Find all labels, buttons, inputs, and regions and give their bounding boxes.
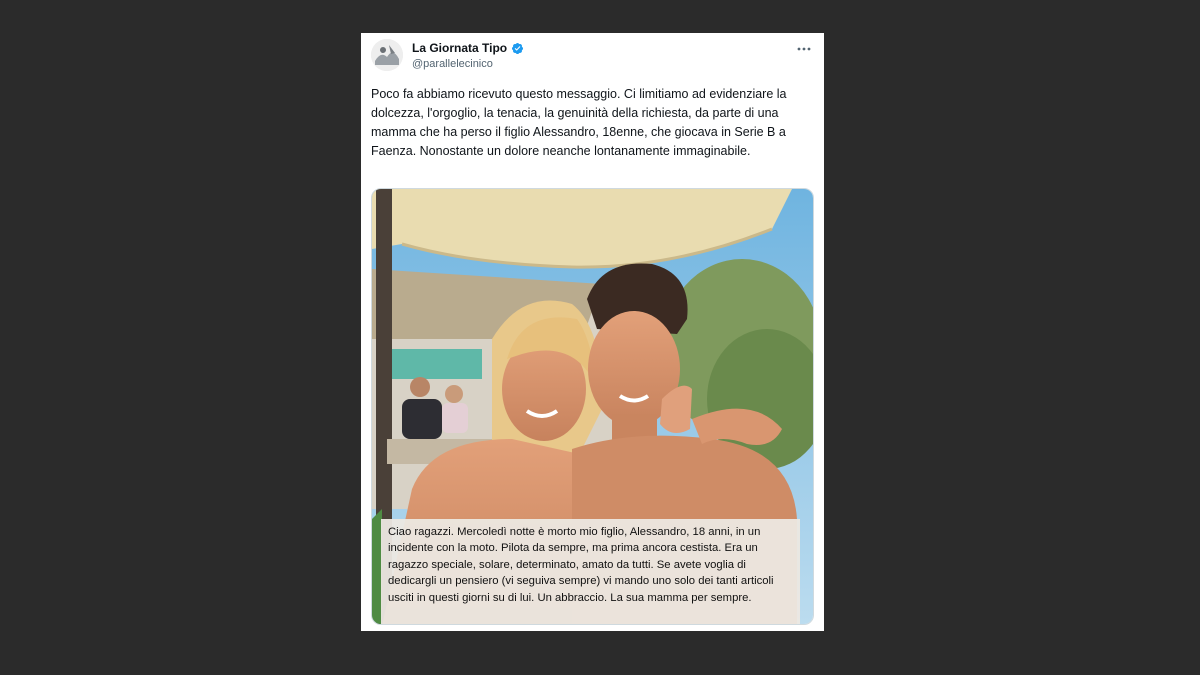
handle[interactable]: @parallelecinico	[412, 58, 524, 70]
author-names: La Giornata Tipo @parallelecinico	[412, 40, 524, 70]
tweet-media[interactable]: Ciao ragazzi. Mercoledì notte è morto mi…	[371, 188, 814, 625]
tweet-header: La Giornata Tipo @parallelecinico	[371, 39, 814, 73]
avatar[interactable]	[371, 39, 403, 71]
more-horizontal-icon[interactable]	[794, 41, 814, 55]
tweet-text: Poco fa abbiamo ricevuto questo messaggi…	[371, 87, 787, 158]
image-caption: Ciao ragazzi. Mercoledì notte è morto mi…	[381, 519, 800, 624]
display-name[interactable]: La Giornata Tipo	[412, 41, 507, 55]
tweet-card: La Giornata Tipo @parallelecinico Poco f…	[361, 33, 824, 631]
verified-badge-icon	[512, 42, 524, 54]
